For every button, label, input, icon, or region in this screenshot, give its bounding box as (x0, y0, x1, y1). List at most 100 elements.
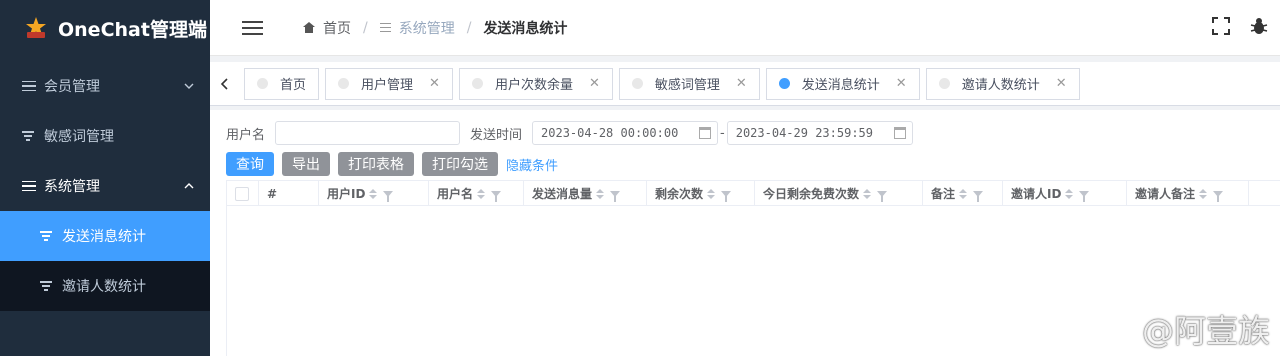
column-label: 发送消息量 (532, 187, 593, 201)
nav-right (1212, 16, 1268, 39)
column-free-today[interactable]: 今日剩余免费次数 (755, 181, 923, 206)
export-button[interactable]: 导出 (282, 152, 330, 176)
column-label: # (267, 186, 278, 201)
tag-invite-stats[interactable]: 邀请人数统计 ✕ (925, 67, 1080, 100)
tag-dot (938, 78, 950, 89)
menu-icon (22, 180, 36, 192)
close-icon[interactable]: ✕ (896, 76, 907, 91)
sidebar-item-label: 邀请人数统计 (62, 279, 146, 295)
sort-icon[interactable] (369, 188, 378, 199)
tag-label: 用户管理 (361, 78, 414, 93)
tag-dot (257, 78, 268, 89)
breadcrumb: 首页 / 系统管理 / 发送消息统计 (303, 18, 567, 38)
search-form: 用户名 发送时间 2023-04-28 00:00:00 - 2023-04-2… (226, 121, 913, 145)
select-all-checkbox[interactable] (235, 186, 249, 201)
close-icon[interactable]: ✕ (1056, 76, 1067, 91)
fullscreen-icon[interactable] (1212, 16, 1230, 39)
tag-dot (631, 78, 643, 89)
sort-icon[interactable] (596, 188, 605, 199)
column-user-id[interactable]: 用户ID (319, 181, 429, 206)
tag-home[interactable]: 首页 (244, 67, 320, 100)
column-inviter-id[interactable]: 邀请人ID (1003, 181, 1127, 206)
chevron-down-icon (184, 79, 194, 92)
sort-icon[interactable] (863, 188, 872, 199)
breadcrumb-home-label: 首页 (323, 20, 351, 37)
tag-user-management[interactable]: 用户管理 ✕ (325, 67, 453, 100)
tag-dot (338, 78, 350, 89)
tags-view: 首页 用户管理 ✕ 用户次数余量 ✕ 敏感词管理 ✕ 发送消息统计 ✕ 邀请人数… (210, 62, 1280, 106)
tag-send-stats[interactable]: 发送消息统计 ✕ (765, 67, 920, 100)
app-title: OneChat管理端 (58, 18, 207, 41)
sort-icon[interactable] (1065, 188, 1074, 199)
column-send-count[interactable]: 发送消息量 (524, 181, 647, 206)
bug-icon[interactable] (1250, 17, 1268, 39)
filter-icon[interactable] (1079, 190, 1090, 202)
sort-icon[interactable] (477, 188, 486, 199)
close-icon[interactable]: ✕ (589, 76, 600, 91)
breadcrumb-parent: 系统管理 (379, 18, 455, 38)
filter-icon[interactable] (610, 190, 621, 202)
scroll-left-icon[interactable] (210, 62, 238, 106)
chevron-up-icon (184, 179, 194, 192)
close-icon[interactable]: ✕ (429, 76, 440, 91)
send-time-label: 发送时间 (470, 127, 523, 143)
range-separator: - (720, 125, 725, 141)
query-button[interactable]: 查询 (226, 152, 274, 176)
filter-icon[interactable] (383, 190, 394, 202)
tag-label: 首页 (280, 78, 307, 93)
sort-icon[interactable] (707, 188, 716, 199)
column-label: 今日剩余免费次数 (763, 187, 860, 201)
action-bar: 查询 导出 打印表格 打印勾选 隐藏条件 (226, 152, 558, 176)
filter-icon[interactable] (721, 190, 732, 202)
sidebar: OneChat管理端 会员管理 敏感词管理 系统管理 发送消息统计 邀请人数统计 (0, 0, 210, 356)
hide-conditions-link[interactable]: 隐藏条件 (506, 155, 558, 174)
sidebar-item-label: 系统管理 (44, 179, 100, 195)
sidebar-item-members[interactable]: 会员管理 (0, 61, 210, 111)
sidebar-item-system[interactable]: 系统管理 (0, 161, 210, 211)
tag-label: 邀请人数统计 (961, 78, 1040, 93)
sort-icon[interactable] (1199, 188, 1208, 199)
app-logo[interactable]: OneChat管理端 (0, 0, 210, 56)
home-icon (303, 22, 315, 33)
column-label: 邀请人备注 (1135, 187, 1196, 201)
calendar-icon (893, 127, 906, 139)
sidebar-item-invite-stats[interactable]: 邀请人数统计 (0, 261, 210, 311)
end-date-input[interactable]: 2023-04-29 23:59:59 (726, 121, 913, 145)
column-remark[interactable]: 备注 (923, 181, 1003, 206)
tag-user-quota[interactable]: 用户次数余量 ✕ (458, 67, 613, 100)
tag-label: 发送消息统计 (801, 78, 880, 93)
hamburger-icon[interactable] (242, 20, 263, 35)
select-all-column (227, 181, 259, 206)
breadcrumb-current: 发送消息统计 (483, 20, 568, 37)
close-icon[interactable]: ✕ (736, 76, 747, 91)
tag-dot (778, 78, 790, 89)
system-submenu: 发送消息统计 邀请人数统计 (0, 211, 210, 311)
breadcrumb-home[interactable]: 首页 (303, 18, 351, 38)
end-date-value: 2023-04-29 23:59:59 (735, 126, 874, 140)
sidebar-item-send-stats[interactable]: 发送消息统计 (0, 211, 210, 261)
sidebar-item-sensitive-words[interactable]: 敏感词管理 (0, 111, 210, 161)
column-inviter-remark[interactable]: 邀请人备注 (1127, 181, 1249, 206)
filter-icon[interactable] (877, 190, 888, 202)
username-input[interactable] (275, 121, 461, 145)
breadcrumb-parent-label: 系统管理 (398, 20, 455, 37)
sort-icon[interactable] (959, 188, 968, 199)
filter-icon[interactable] (1213, 190, 1224, 202)
menu-icon (22, 80, 36, 92)
print-table-button[interactable]: 打印表格 (338, 152, 414, 176)
main-area: 首页 / 系统管理 / 发送消息统计 首页 用户管理 ✕ 用户次数余量 ✕ 敏感… (210, 0, 1280, 356)
column-remaining[interactable]: 剩余次数 (647, 181, 755, 206)
filter-icon (40, 281, 52, 291)
filter-icon[interactable] (491, 190, 502, 202)
logo-icon (24, 16, 48, 40)
navbar: 首页 / 系统管理 / 发送消息统计 (210, 0, 1280, 56)
column-username[interactable]: 用户名 (429, 181, 524, 206)
tag-sensitive-words[interactable]: 敏感词管理 ✕ (618, 67, 760, 100)
breadcrumb-separator: / (466, 19, 472, 36)
calendar-icon (699, 127, 712, 139)
start-date-input[interactable]: 2023-04-28 00:00:00 (532, 121, 719, 145)
filter-icon[interactable] (973, 190, 984, 202)
menu-icon (379, 22, 391, 33)
print-selected-button[interactable]: 打印勾选 (422, 152, 498, 176)
column-label: 用户ID (327, 187, 366, 201)
